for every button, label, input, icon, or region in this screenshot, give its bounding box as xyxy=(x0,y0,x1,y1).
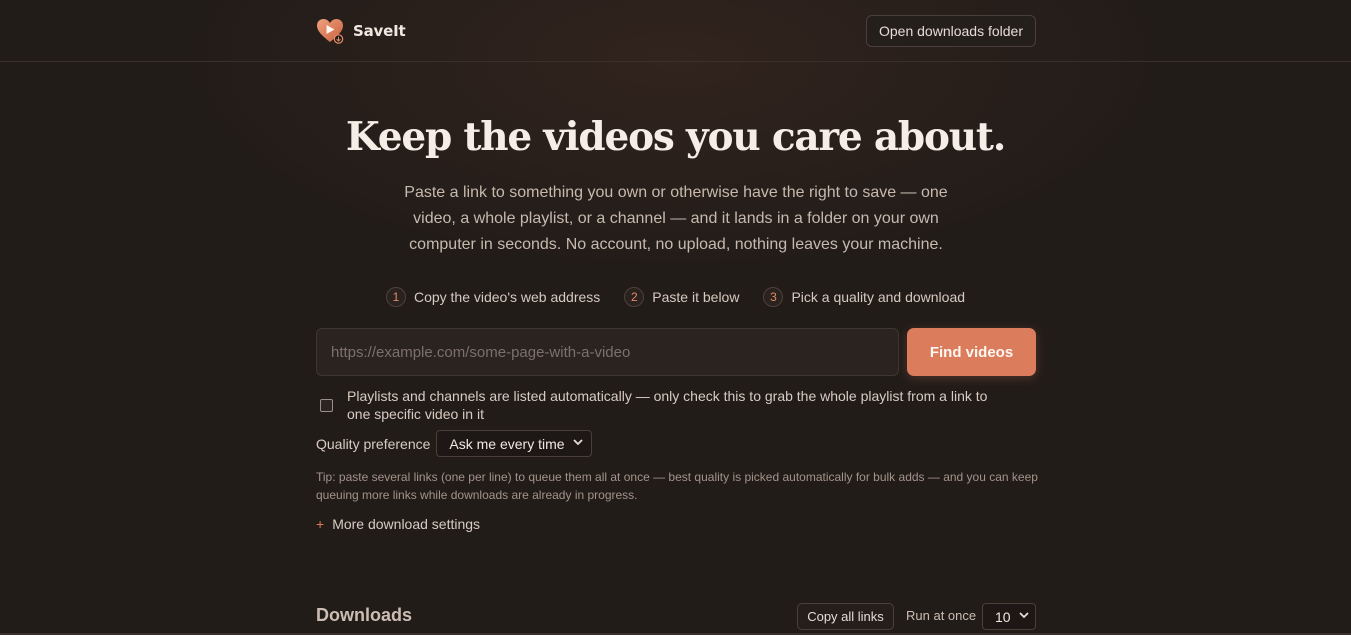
brand[interactable]: SaveIt xyxy=(316,16,406,46)
hero-subtitle: Paste a link to something you own or oth… xyxy=(404,184,948,253)
step-label: Pick a quality and download xyxy=(791,289,966,305)
run-at-once-select[interactable]: 10 xyxy=(982,603,1036,630)
chevron-down-icon xyxy=(1018,611,1029,622)
step-number: 1 xyxy=(385,287,406,307)
step-number: 2 xyxy=(624,287,645,307)
whole-playlist-checkbox[interactable] xyxy=(320,398,333,412)
quality-preference-row: Quality preference Ask me every time xyxy=(316,430,592,457)
quality-label: Quality preference xyxy=(316,435,431,452)
playlist-option: Playlists and channels are listed automa… xyxy=(316,387,1036,423)
downloads-heading: Downloads xyxy=(316,605,413,625)
run-at-once-label: Run at once xyxy=(906,608,977,623)
playlist-checkbox-label: Playlists and channels are listed automa… xyxy=(347,388,988,422)
url-input[interactable] xyxy=(316,328,899,376)
step-3: 3 Pick a quality and download xyxy=(763,287,965,307)
more-settings-label: More download settings xyxy=(332,516,481,532)
top-bar: SaveIt Open downloads folder xyxy=(0,0,1351,62)
run-at-once-value: 10 xyxy=(995,608,1011,625)
copy-all-links-button[interactable]: Copy all links xyxy=(797,603,894,630)
steps-row: 1 Copy the video's web address 2 Paste i… xyxy=(0,286,1351,308)
more-download-settings-toggle[interactable]: + More download settings xyxy=(316,516,480,532)
plus-icon: + xyxy=(316,516,325,532)
heart-play-logo-icon xyxy=(316,17,344,45)
step-2: 2 Paste it below xyxy=(624,287,739,307)
find-videos-button[interactable]: Find videos xyxy=(907,328,1036,376)
step-1: 1 Copy the video's web address xyxy=(385,287,601,307)
step-number: 3 xyxy=(763,287,784,307)
step-label: Copy the video's web address xyxy=(413,289,601,305)
chevron-down-icon xyxy=(572,438,583,449)
app-name: SaveIt xyxy=(353,22,406,40)
quality-select-value: Ask me every time xyxy=(449,435,565,452)
tip-text: Tip: paste several links (one per line) … xyxy=(316,470,1038,502)
open-downloads-folder-button[interactable]: Open downloads folder xyxy=(866,15,1036,47)
step-label: Paste it below xyxy=(652,289,740,305)
quality-select[interactable]: Ask me every time xyxy=(436,430,592,457)
page-title: Keep the videos you care about. xyxy=(345,114,1006,160)
